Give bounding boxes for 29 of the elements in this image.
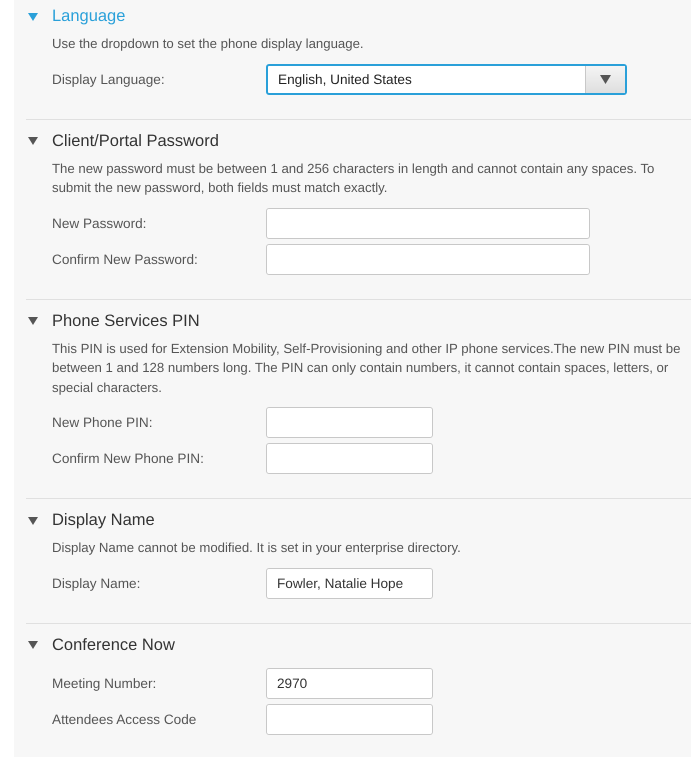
section-title[interactable]: Phone Services PIN <box>52 312 200 330</box>
section-description: Display Name cannot be modified. It is set in your enterprise directory. <box>52 539 462 557</box>
field-label: Attendees Access Code <box>52 712 198 726</box>
collapse-triangle-icon[interactable] <box>28 641 38 649</box>
input-field[interactable]: Fowler, Natalie Hope <box>266 568 433 598</box>
input-field[interactable] <box>266 443 433 474</box>
field-label: Display Name: <box>52 576 142 590</box>
input-field[interactable]: 2970 <box>266 668 433 698</box>
collapse-triangle-icon[interactable] <box>28 516 38 524</box>
field-label: New Password: <box>52 216 148 230</box>
language-dropdown[interactable]: English, United States <box>266 64 627 94</box>
field-label: Meeting Number: <box>52 676 158 690</box>
collapse-triangle-icon[interactable] <box>28 317 38 325</box>
section-description: The new password must be between 1 and 256 characters in length and cannot contain any spaces. To submit the new password, both fields must match exactly. <box>52 160 656 197</box>
field-label: New Phone PIN: <box>52 415 154 430</box>
section-title[interactable]: Client/Portal Password <box>52 132 219 150</box>
section-description: Use the dropdown to set the phone display language. <box>52 35 365 53</box>
section-description: This PIN is used for Extension Mobility, Self-Provisioning and other IP phone services.The new PIN must be between 1 and 128 numbers long. The PIN can only contain numbers, it cannot contain spaces, letters, or special characters. <box>52 340 682 397</box>
section-title[interactable]: Conference Now <box>52 636 175 654</box>
section-title[interactable]: Display Name <box>52 511 155 530</box>
collapse-triangle-icon[interactable] <box>28 137 38 145</box>
dropdown-arrow-icon <box>600 74 611 84</box>
input-field[interactable] <box>266 704 433 734</box>
field-label: Display Language: <box>52 72 166 86</box>
input-field[interactable] <box>266 244 590 274</box>
input-field[interactable] <box>266 208 590 238</box>
field-label: Confirm New Phone PIN: <box>52 451 205 466</box>
input-field[interactable] <box>266 407 433 438</box>
field-label: Confirm New Password: <box>52 252 199 266</box>
